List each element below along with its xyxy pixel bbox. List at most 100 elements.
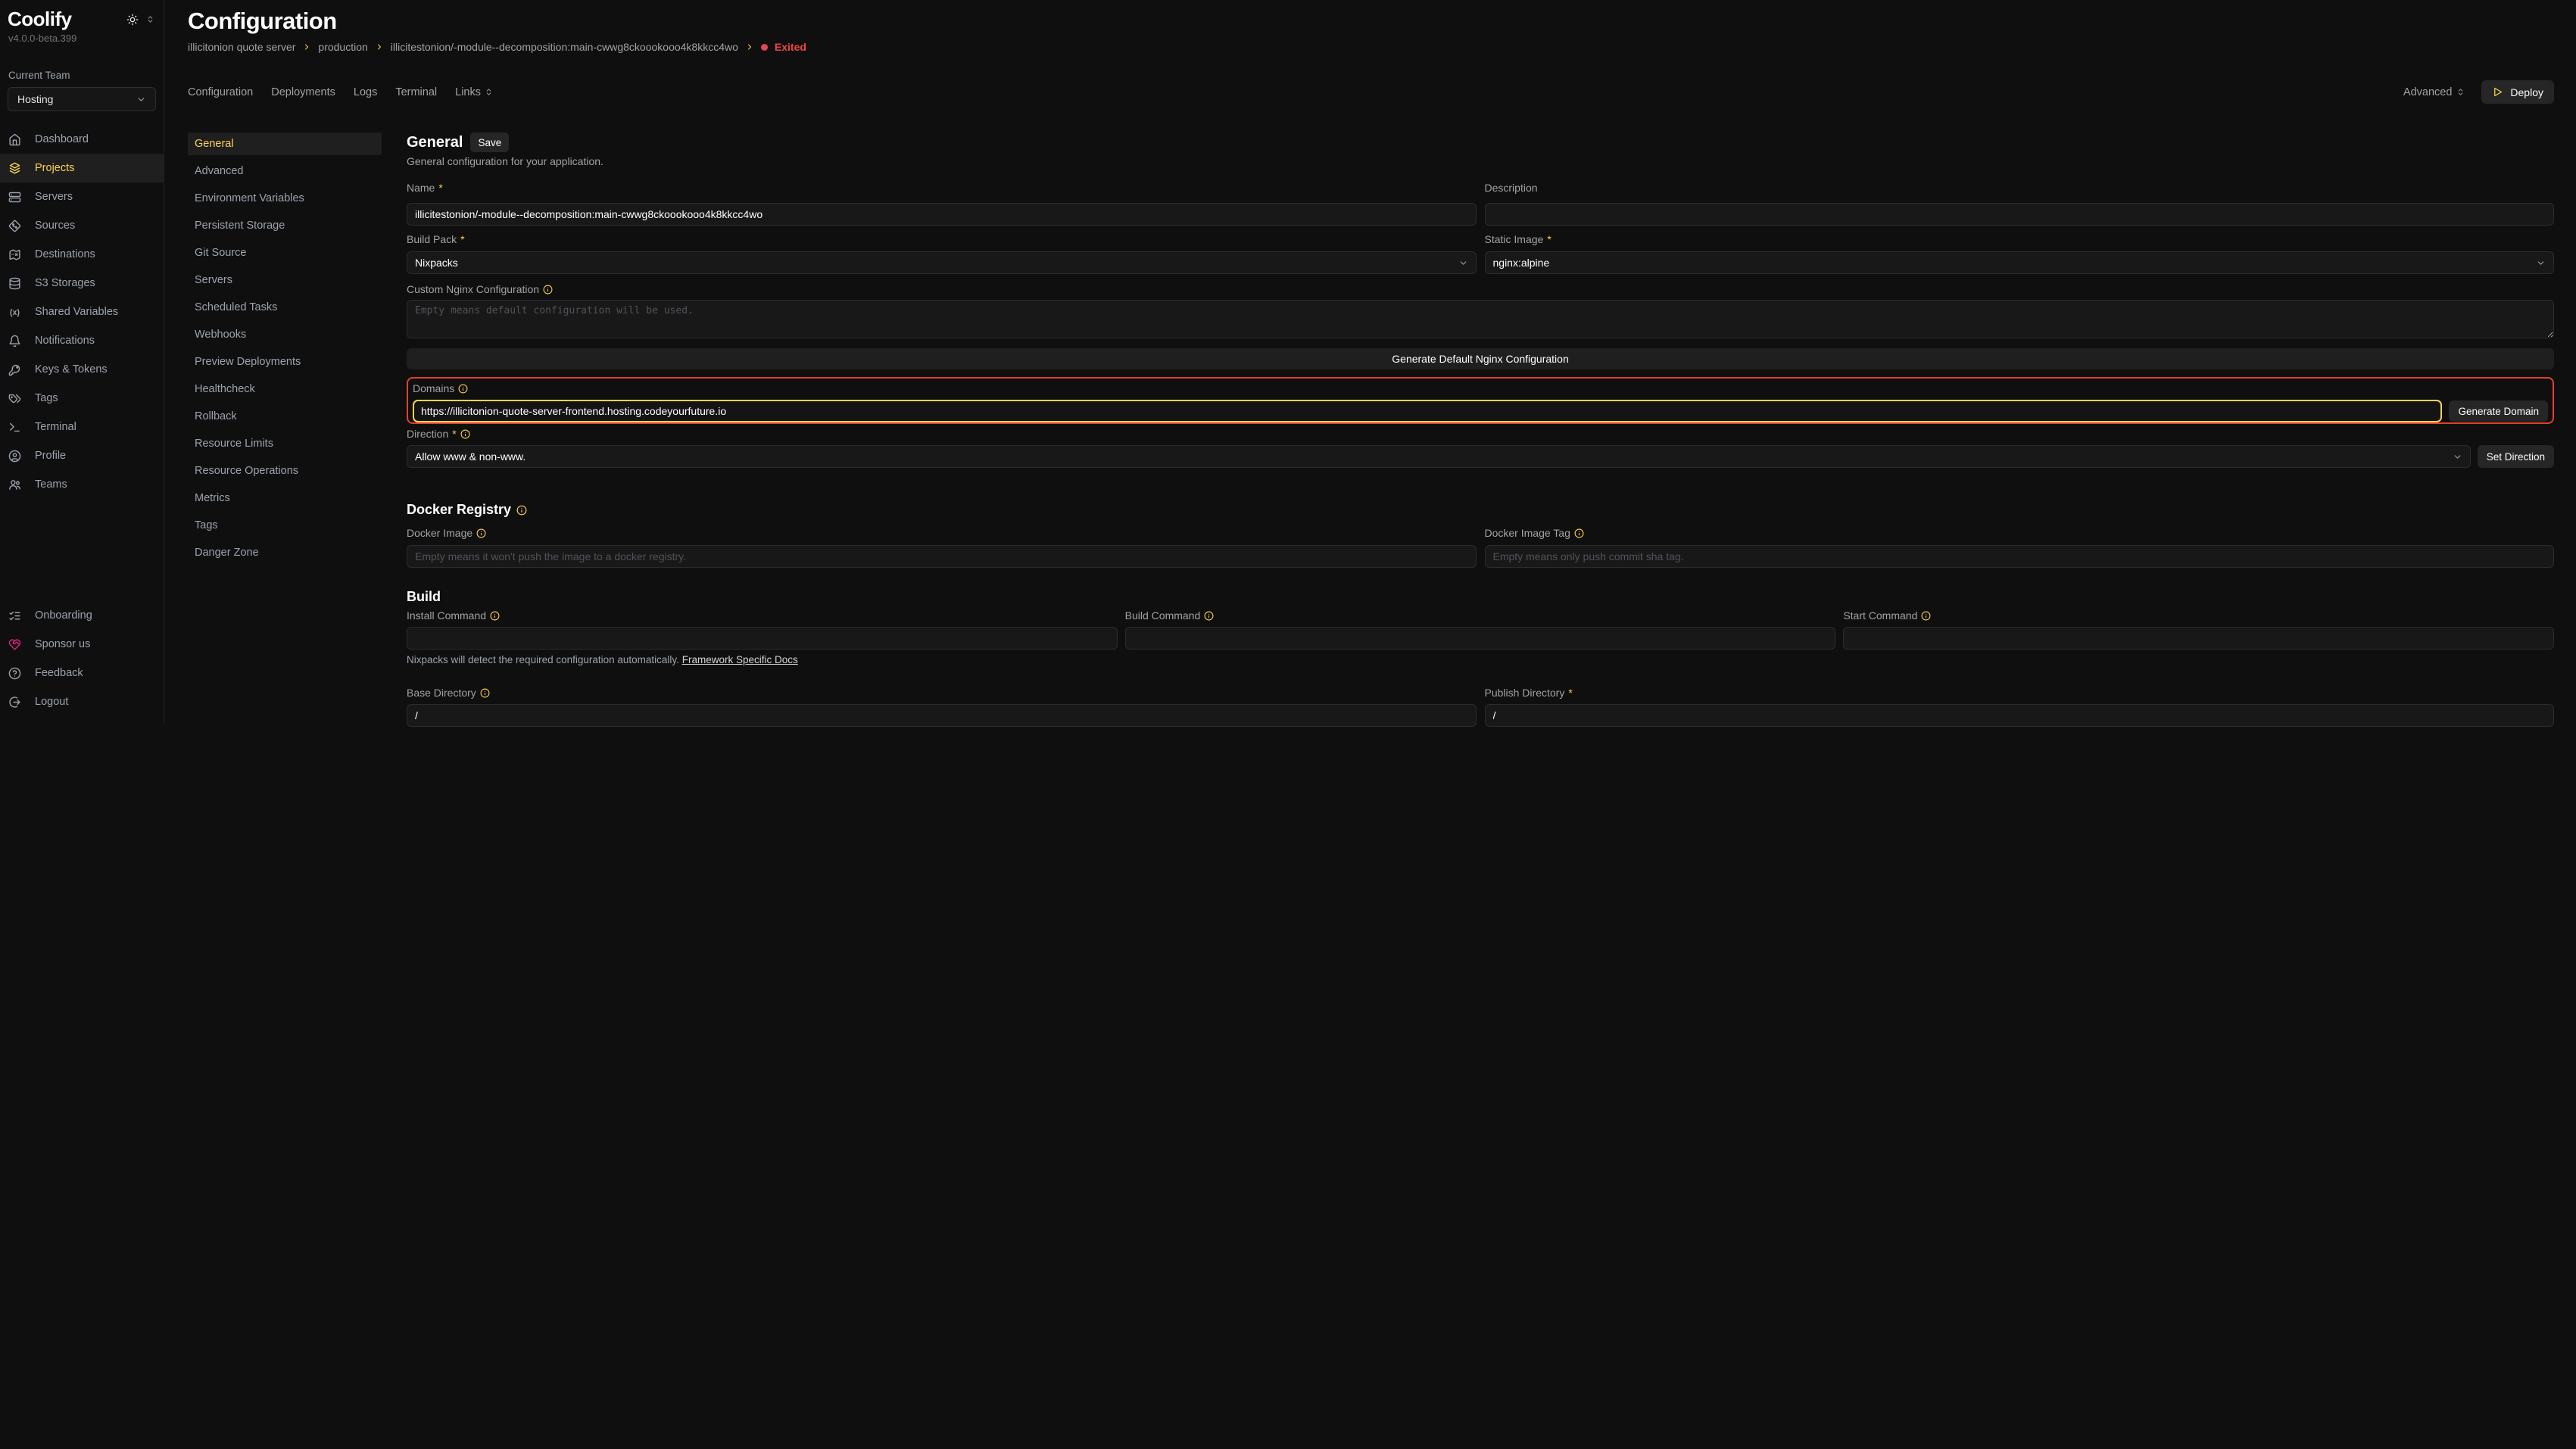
subnav-general[interactable]: General (188, 132, 382, 155)
chevron-right-icon (302, 42, 311, 51)
base-directory-input[interactable] (407, 704, 1477, 727)
base-directory-label: Base Directory (407, 687, 1477, 700)
tab-terminal[interactable]: Terminal (395, 86, 437, 98)
theme-sun-icon[interactable] (126, 14, 139, 26)
chevrons-up-down-icon (2456, 88, 2465, 96)
sidebar-item-dashboard[interactable]: Dashboard (0, 125, 164, 154)
static-image-select[interactable]: nginx:alpine (1485, 251, 2555, 274)
start-command-input[interactable] (1843, 627, 2554, 650)
sidebar-item-profile[interactable]: Profile (0, 441, 164, 470)
chevrons-up-down-icon (485, 88, 493, 96)
chevron-down-icon (136, 95, 146, 104)
advanced-selector[interactable]: Advanced (2403, 86, 2465, 98)
team-select[interactable]: Hosting (8, 87, 156, 111)
subnav-healthcheck[interactable]: Healthcheck (188, 378, 382, 400)
play-icon (2492, 86, 2503, 98)
docker-image-input[interactable] (407, 545, 1477, 568)
set-direction-button[interactable]: Set Direction (2478, 445, 2554, 468)
info-icon[interactable] (458, 384, 468, 394)
breadcrumb-project[interactable]: illicitonion quote server (188, 41, 295, 53)
publish-directory-input[interactable] (1485, 704, 2555, 727)
tab-configuration[interactable]: Configuration (188, 86, 253, 98)
info-icon[interactable] (476, 528, 486, 538)
database-icon (8, 277, 21, 290)
docker-image-tag-input[interactable] (1485, 545, 2555, 568)
git-icon (8, 220, 21, 232)
chevron-down-icon (2536, 258, 2546, 268)
section-title: General (407, 132, 463, 152)
info-icon[interactable] (460, 429, 470, 439)
info-icon[interactable] (490, 611, 500, 621)
tab-deployments[interactable]: Deployments (271, 86, 335, 98)
sidebar-item-logout[interactable]: Logout (0, 687, 164, 716)
status-badge: Exited (775, 41, 806, 53)
generate-domain-button[interactable]: Generate Domain (2449, 400, 2548, 422)
framework-docs-link[interactable]: Framework Specific Docs (682, 654, 798, 665)
heart-handshake-icon (8, 638, 21, 651)
sidebar-item-sources[interactable]: Sources (0, 211, 164, 240)
generate-nginx-button[interactable]: Generate Default Nginx Configuration (407, 348, 2554, 369)
domains-highlight-box: Domains Generate Domain (407, 377, 2554, 424)
description-label: Description (1485, 182, 2555, 195)
custom-nginx-textarea[interactable] (407, 300, 2554, 338)
subnav-tags[interactable]: Tags (188, 514, 382, 537)
sidebar-item-teams[interactable]: Teams (0, 470, 164, 499)
build-command-input[interactable] (1125, 627, 1836, 650)
install-command-input[interactable] (407, 627, 1118, 650)
map-icon (8, 248, 21, 261)
deploy-button[interactable]: Deploy (2481, 80, 2554, 104)
subnav-environment-variables[interactable]: Environment Variables (188, 187, 382, 210)
app-version: v4.0.0-beta.399 (0, 31, 164, 44)
info-icon[interactable] (480, 688, 490, 698)
info-icon[interactable] (543, 285, 553, 294)
subnav-servers[interactable]: Servers (188, 269, 382, 291)
custom-nginx-label: Custom Nginx Configuration (407, 283, 2554, 296)
sidebar-item-tags[interactable]: Tags (0, 384, 164, 413)
sidebar-item-onboarding[interactable]: Onboarding (0, 601, 164, 630)
subnav-rollback[interactable]: Rollback (188, 405, 382, 428)
sidebar-item-s3-storages[interactable]: S3 Storages (0, 269, 164, 298)
tab-logs[interactable]: Logs (354, 86, 377, 98)
sidebar-item-shared-variables[interactable]: (x) Shared Variables (0, 298, 164, 326)
theme-switcher-icon[interactable] (146, 15, 154, 23)
general-form: General Save General configuration for y… (407, 132, 2554, 727)
sidebar-item-terminal[interactable]: Terminal (0, 413, 164, 441)
domains-input[interactable] (413, 400, 2442, 422)
sidebar-item-notifications[interactable]: Notifications (0, 326, 164, 355)
tab-links[interactable]: Links (455, 86, 493, 98)
sidebar-item-destinations[interactable]: Destinations (0, 240, 164, 269)
info-icon[interactable] (1204, 611, 1214, 621)
install-command-label: Install Command (407, 609, 1118, 622)
subnav-git-source[interactable]: Git Source (188, 242, 382, 264)
sidebar-nav: Dashboard Projects Servers Sources Desti… (0, 125, 164, 499)
sidebar-item-sponsor[interactable]: Sponsor us (0, 630, 164, 659)
breadcrumb-environment[interactable]: production (318, 41, 367, 53)
domains-label: Domains (413, 382, 2548, 395)
info-icon[interactable] (1921, 611, 1931, 621)
name-input[interactable] (407, 203, 1477, 226)
info-icon[interactable] (1574, 528, 1584, 538)
build-pack-select[interactable]: Nixpacks (407, 251, 1477, 274)
sidebar-item-servers[interactable]: Servers (0, 182, 164, 211)
page-title: Configuration (188, 8, 2554, 35)
info-icon[interactable] (516, 505, 527, 516)
breadcrumb-application[interactable]: illicitestonion/-module--decomposition:m… (391, 41, 738, 53)
subnav-resource-operations[interactable]: Resource Operations (188, 460, 382, 482)
sidebar-footer: Onboarding Sponsor us Feedback Logout (0, 601, 164, 716)
sidebar-item-feedback[interactable]: Feedback (0, 659, 164, 687)
subnav-danger-zone[interactable]: Danger Zone (188, 541, 382, 564)
subnav-scheduled-tasks[interactable]: Scheduled Tasks (188, 296, 382, 319)
direction-select[interactable]: Allow www & non-www. (407, 445, 2471, 468)
subnav-resource-limits[interactable]: Resource Limits (188, 432, 382, 455)
subnav-webhooks[interactable]: Webhooks (188, 323, 382, 346)
settings-subnav: General Advanced Environment Variables P… (188, 132, 382, 727)
sidebar-item-projects[interactable]: Projects (0, 154, 164, 182)
subnav-preview-deployments[interactable]: Preview Deployments (188, 351, 382, 373)
subnav-persistent-storage[interactable]: Persistent Storage (188, 214, 382, 237)
description-input[interactable] (1485, 203, 2555, 226)
subnav-metrics[interactable]: Metrics (188, 487, 382, 509)
sidebar-item-keys-tokens[interactable]: Keys & Tokens (0, 355, 164, 384)
subnav-advanced[interactable]: Advanced (188, 160, 382, 182)
breadcrumb: illicitonion quote server production ill… (188, 41, 2554, 53)
save-button[interactable]: Save (470, 132, 509, 152)
